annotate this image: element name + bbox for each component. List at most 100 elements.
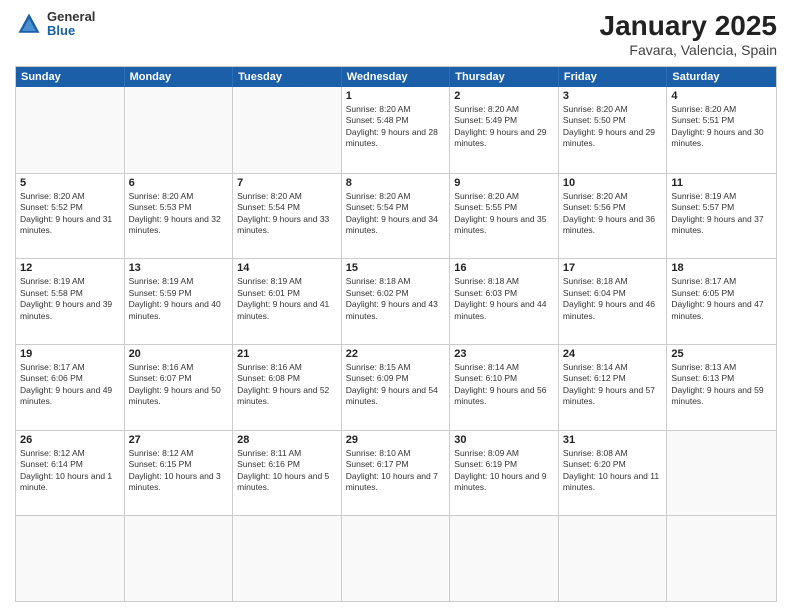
day-number: 20 — [129, 348, 229, 360]
calendar-day-cell: 11Sunrise: 8:19 AM Sunset: 5:57 PM Dayli… — [667, 174, 776, 259]
calendar-day-cell: 8Sunrise: 8:20 AM Sunset: 5:54 PM Daylig… — [342, 174, 451, 259]
day-info: Sunrise: 8:17 AM Sunset: 6:06 PM Dayligh… — [20, 362, 120, 408]
calendar-day-cell: 9 Sunrise: 8:20 AM Sunset: 5:55 PM Daylig… — [450, 174, 559, 259]
day-number: 6 — [129, 177, 229, 189]
calendar-week-row: 12Sunrise: 8:19 AM Sunset: 5:58 PM Dayli… — [16, 258, 776, 344]
day-info: Sunrise: 8:13 AM Sunset: 6:13 PM Dayligh… — [671, 362, 772, 408]
calendar-day-cell — [16, 87, 125, 173]
day-info: Sunrise: 8:18 AM Sunset: 6:02 PM Dayligh… — [346, 276, 446, 322]
calendar-day-cell: 5Sunrise: 8:20 AM Sunset: 5:52 PM Daylig… — [16, 174, 125, 259]
day-info: Sunrise: 8:19 AM Sunset: 5:58 PM Dayligh… — [20, 276, 120, 322]
calendar-day-cell — [559, 516, 668, 601]
day-number: 3 — [563, 90, 663, 102]
day-number: 9 — [454, 177, 554, 189]
calendar: SundayMondayTuesdayWednesdayThursdayFrid… — [15, 66, 777, 602]
day-number: 14 — [237, 262, 337, 274]
calendar-day-cell: 7Sunrise: 8:20 AM Sunset: 5:54 PM Daylig… — [233, 174, 342, 259]
day-info: Sunrise: 8:11 AM Sunset: 6:16 PM Dayligh… — [237, 448, 337, 494]
day-info: Sunrise: 8:20 AM Sunset: 5:53 PM Dayligh… — [129, 191, 229, 237]
calendar-day-cell: 28 Sunrise: 8:11 AM Sunset: 6:16 PM Dayli… — [233, 431, 342, 516]
calendar-day-cell: 29 Sunrise: 8:10 AM Sunset: 6:17 PM Dayli… — [342, 431, 451, 516]
calendar-day-cell: 20 Sunrise: 8:16 AM Sunset: 6:07 PM Dayli… — [125, 345, 234, 430]
day-number: 24 — [563, 348, 663, 360]
calendar-day-cell: 3 Sunrise: 8:20 AM Sunset: 5:50 PM Daylig… — [559, 87, 668, 173]
day-number: 25 — [671, 348, 772, 360]
day-of-week-header: Thursday — [450, 67, 559, 87]
day-info: Sunrise: 8:16 AM Sunset: 6:07 PM Dayligh… — [129, 362, 229, 408]
day-info: Sunrise: 8:16 AM Sunset: 6:08 PM Dayligh… — [237, 362, 337, 408]
calendar-day-cell: 19Sunrise: 8:17 AM Sunset: 6:06 PM Dayli… — [16, 345, 125, 430]
calendar-day-cell: 14Sunrise: 8:19 AM Sunset: 6:01 PM Dayli… — [233, 259, 342, 344]
calendar-day-cell: 17 Sunrise: 8:18 AM Sunset: 6:04 PM Dayli… — [559, 259, 668, 344]
day-info: Sunrise: 8:15 AM Sunset: 6:09 PM Dayligh… — [346, 362, 446, 408]
day-info: Sunrise: 8:20 AM Sunset: 5:50 PM Dayligh… — [563, 104, 663, 150]
title-block: January 2025 Favara, Valencia, Spain — [600, 10, 777, 58]
day-number: 29 — [346, 434, 446, 446]
calendar-day-cell: 31 Sunrise: 8:08 AM Sunset: 6:20 PM Dayli… — [559, 431, 668, 516]
calendar-body: 1Sunrise: 8:20 AM Sunset: 5:48 PM Daylig… — [16, 87, 776, 601]
calendar-day-cell: 13 Sunrise: 8:19 AM Sunset: 5:59 PM Dayli… — [125, 259, 234, 344]
day-info: Sunrise: 8:19 AM Sunset: 5:59 PM Dayligh… — [129, 276, 229, 322]
month-title: January 2025 — [600, 10, 777, 42]
calendar-week-row: 19Sunrise: 8:17 AM Sunset: 6:06 PM Dayli… — [16, 344, 776, 430]
day-number: 17 — [563, 262, 663, 274]
calendar-day-cell: 2Sunrise: 8:20 AM Sunset: 5:49 PM Daylig… — [450, 87, 559, 173]
calendar-day-cell — [125, 516, 234, 601]
day-info: Sunrise: 8:10 AM Sunset: 6:17 PM Dayligh… — [346, 448, 446, 494]
day-of-week-header: Saturday — [667, 67, 776, 87]
calendar-day-cell: 27 Sunrise: 8:12 AM Sunset: 6:15 PM Dayli… — [125, 431, 234, 516]
day-info: Sunrise: 8:20 AM Sunset: 5:52 PM Dayligh… — [20, 191, 120, 237]
day-of-week-header: Sunday — [16, 67, 125, 87]
calendar-day-cell: 30Sunrise: 8:09 AM Sunset: 6:19 PM Dayli… — [450, 431, 559, 516]
calendar-day-cell: 23 Sunrise: 8:14 AM Sunset: 6:10 PM Dayli… — [450, 345, 559, 430]
day-info: Sunrise: 8:20 AM Sunset: 5:54 PM Dayligh… — [237, 191, 337, 237]
calendar-day-cell: 4Sunrise: 8:20 AM Sunset: 5:51 PM Daylig… — [667, 87, 776, 173]
calendar-week-row: 26 Sunrise: 8:12 AM Sunset: 6:14 PM Dayli… — [16, 430, 776, 516]
calendar-week-row: 5Sunrise: 8:20 AM Sunset: 5:52 PM Daylig… — [16, 173, 776, 259]
logo: General Blue — [15, 10, 95, 39]
calendar-day-cell: 21 Sunrise: 8:16 AM Sunset: 6:08 PM Dayli… — [233, 345, 342, 430]
calendar-header: SundayMondayTuesdayWednesdayThursdayFrid… — [16, 67, 776, 87]
day-info: Sunrise: 8:20 AM Sunset: 5:55 PM Dayligh… — [454, 191, 554, 237]
day-info: Sunrise: 8:20 AM Sunset: 5:56 PM Dayligh… — [563, 191, 663, 237]
calendar-day-cell: 15 Sunrise: 8:18 AM Sunset: 6:02 PM Dayli… — [342, 259, 451, 344]
day-of-week-header: Wednesday — [342, 67, 451, 87]
day-info: Sunrise: 8:08 AM Sunset: 6:20 PM Dayligh… — [563, 448, 663, 494]
calendar-week-row — [16, 515, 776, 601]
calendar-day-cell: 18 Sunrise: 8:17 AM Sunset: 6:05 PM Dayli… — [667, 259, 776, 344]
day-info: Sunrise: 8:18 AM Sunset: 6:04 PM Dayligh… — [563, 276, 663, 322]
day-number: 28 — [237, 434, 337, 446]
calendar-day-cell: 10Sunrise: 8:20 AM Sunset: 5:56 PM Dayli… — [559, 174, 668, 259]
calendar-day-cell — [667, 431, 776, 516]
day-info: Sunrise: 8:19 AM Sunset: 5:57 PM Dayligh… — [671, 191, 772, 237]
day-of-week-header: Monday — [125, 67, 234, 87]
day-info: Sunrise: 8:14 AM Sunset: 6:10 PM Dayligh… — [454, 362, 554, 408]
day-info: Sunrise: 8:17 AM Sunset: 6:05 PM Dayligh… — [671, 276, 772, 322]
day-number: 2 — [454, 90, 554, 102]
day-number: 18 — [671, 262, 772, 274]
day-number: 21 — [237, 348, 337, 360]
day-info: Sunrise: 8:20 AM Sunset: 5:51 PM Dayligh… — [671, 104, 772, 150]
day-number: 31 — [563, 434, 663, 446]
day-info: Sunrise: 8:18 AM Sunset: 6:03 PM Dayligh… — [454, 276, 554, 322]
day-number: 23 — [454, 348, 554, 360]
day-number: 15 — [346, 262, 446, 274]
calendar-day-cell — [16, 516, 125, 601]
day-info: Sunrise: 8:12 AM Sunset: 6:15 PM Dayligh… — [129, 448, 229, 494]
location: Favara, Valencia, Spain — [600, 42, 777, 58]
calendar-day-cell: 16Sunrise: 8:18 AM Sunset: 6:03 PM Dayli… — [450, 259, 559, 344]
day-info: Sunrise: 8:12 AM Sunset: 6:14 PM Dayligh… — [20, 448, 120, 494]
day-number: 27 — [129, 434, 229, 446]
day-number: 26 — [20, 434, 120, 446]
calendar-day-cell — [667, 516, 776, 601]
day-number: 13 — [129, 262, 229, 274]
calendar-day-cell: 25 Sunrise: 8:13 AM Sunset: 6:13 PM Dayli… — [667, 345, 776, 430]
day-number: 1 — [346, 90, 446, 102]
logo-blue-text: Blue — [47, 24, 95, 38]
calendar-day-cell: 6 Sunrise: 8:20 AM Sunset: 5:53 PM Daylig… — [125, 174, 234, 259]
calendar-day-cell: 26 Sunrise: 8:12 AM Sunset: 6:14 PM Dayli… — [16, 431, 125, 516]
calendar-day-cell: 12Sunrise: 8:19 AM Sunset: 5:58 PM Dayli… — [16, 259, 125, 344]
day-number: 30 — [454, 434, 554, 446]
calendar-day-cell — [233, 516, 342, 601]
calendar-day-cell — [125, 87, 234, 173]
